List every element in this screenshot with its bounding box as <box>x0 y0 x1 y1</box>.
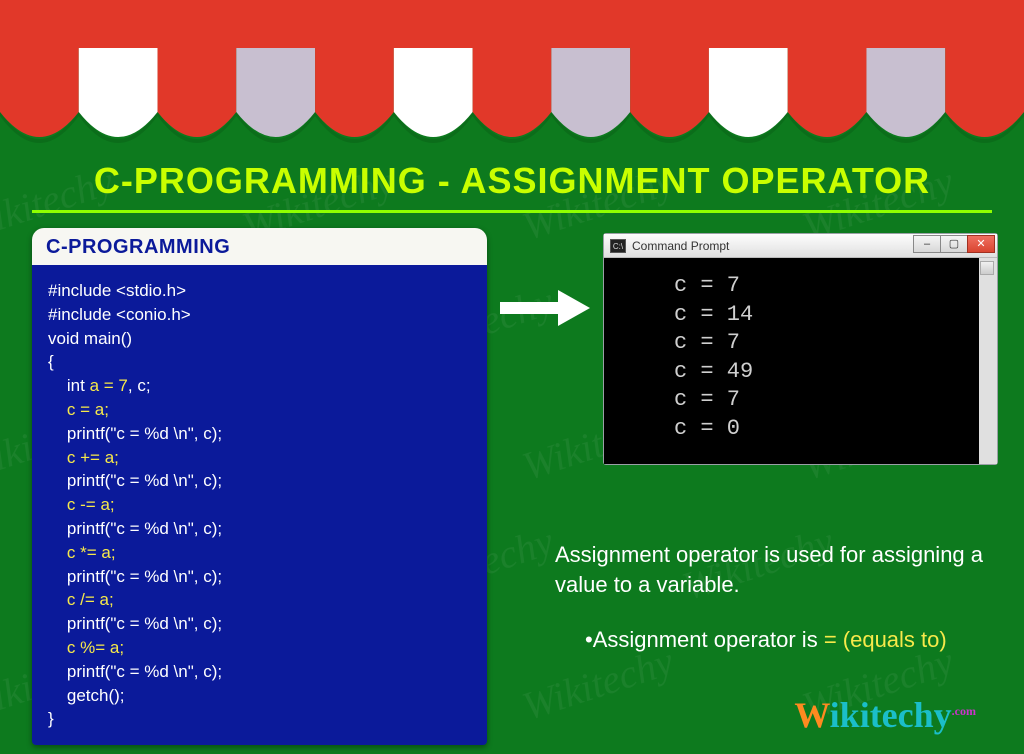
code-panel: C-PROGRAMMING #include <stdio.h> #includ… <box>32 228 487 745</box>
code-body: #include <stdio.h> #include <conio.h> vo… <box>32 265 487 745</box>
command-prompt-window: C:\ Command Prompt – ▢ ✕ c = 7 c = 14 c … <box>603 233 998 465</box>
code-header: C-PROGRAMMING <box>32 228 487 265</box>
brand-rest: ikitechy <box>830 695 952 735</box>
minimize-button[interactable]: – <box>913 235 941 253</box>
bullet-prefix: •Assignment operator is <box>585 627 824 652</box>
bullet-highlight: = (equals to) <box>824 627 947 652</box>
description-bullet: •Assignment operator is = (equals to) <box>555 625 985 655</box>
close-button[interactable]: ✕ <box>967 235 995 253</box>
console-output: c = 7 c = 14 c = 7 c = 49 c = 7 c = 0 <box>604 258 997 464</box>
console-titlebar: C:\ Command Prompt – ▢ ✕ <box>604 234 997 258</box>
console-title: Command Prompt <box>632 239 729 253</box>
brand-w: W <box>794 695 829 735</box>
console-icon: C:\ <box>610 239 626 253</box>
window-buttons: – ▢ ✕ <box>914 235 995 253</box>
awning-decoration <box>0 0 1024 155</box>
maximize-button[interactable]: ▢ <box>940 235 968 253</box>
page-title: C-PROGRAMMING - ASSIGNMENT OPERATOR <box>0 160 1024 202</box>
brand-dot: .com <box>952 704 976 719</box>
description-text: Assignment operator is used for assignin… <box>555 540 985 655</box>
brand-logo: Wikitechy.com <box>794 694 976 736</box>
title-underline <box>32 210 992 213</box>
description-line: Assignment operator is used for assignin… <box>555 540 985 599</box>
arrow-icon <box>500 290 590 326</box>
